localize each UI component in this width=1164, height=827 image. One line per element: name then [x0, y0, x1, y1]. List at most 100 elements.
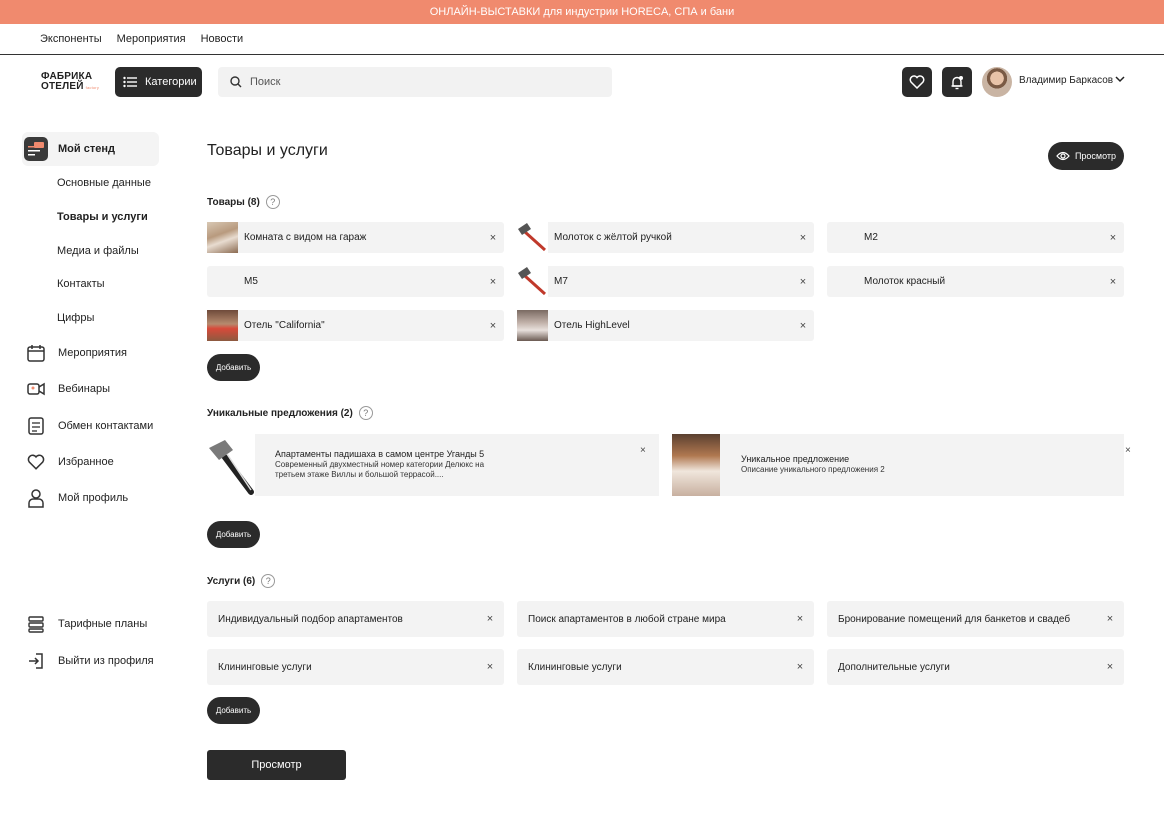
nav-events[interactable]: Мероприятия — [117, 33, 186, 45]
goods-label: Отель HighLevel — [554, 320, 630, 331]
sidebar-item-events[interactable]: Мероприятия — [22, 336, 159, 370]
goods-thumbnail — [517, 266, 548, 297]
sidebar-item-tariffs[interactable]: Тарифные планы — [22, 607, 159, 641]
sidebar-label-my-stand: Мой стенд — [58, 143, 115, 155]
preview-button[interactable]: Просмотр — [207, 750, 346, 780]
goods-chip[interactable]: Молоток красный × — [827, 266, 1124, 297]
goods-label: М2 — [864, 232, 878, 243]
goods-chip[interactable]: М7 × — [517, 266, 814, 297]
service-chip[interactable]: Клининговые услуги × — [207, 649, 504, 685]
notifications-button[interactable] — [942, 67, 972, 97]
offers-section-title: Уникальные предложения (2) ? — [207, 406, 373, 420]
goods-thumbnail — [517, 310, 548, 341]
offer-card[interactable]: Уникальное предложение Описание уникальн… — [672, 434, 1131, 496]
sidebar-sub-figures[interactable]: Цифры — [57, 312, 94, 324]
preview-pill-label: Просмотр — [1074, 151, 1117, 161]
page-title: Товары и услуги — [207, 142, 328, 159]
goods-label: Молоток с жёлтой ручкой — [554, 232, 672, 243]
top-nav: Экспоненты Мероприятия Новости — [0, 24, 1164, 55]
help-icon[interactable]: ? — [358, 406, 373, 420]
categories-button[interactable]: Категории — [115, 67, 202, 97]
sidebar-label-logout: Выйти из профиля — [58, 655, 154, 667]
service-chip[interactable]: Индивидуальный подбор апартаментов × — [207, 601, 504, 637]
categories-label: Категории — [145, 76, 197, 88]
chevron-down-icon[interactable] — [1114, 73, 1126, 85]
list-icon — [123, 76, 137, 88]
remove-service-button[interactable]: × — [476, 613, 504, 625]
sidebar-item-webinars[interactable]: Вебинары — [22, 372, 159, 406]
sidebar-item-logout[interactable]: Выйти из профиля — [22, 644, 159, 678]
sidebar-item-contact-exchange[interactable]: Обмен контактами — [22, 409, 159, 443]
user-icon — [24, 486, 48, 510]
sidebar-item-my-stand[interactable]: Мой стенд — [22, 132, 159, 166]
logo-sub: factory — [85, 85, 100, 90]
add-service-button[interactable]: Добавить — [207, 697, 260, 724]
service-chip[interactable]: Клининговые услуги × — [517, 649, 814, 685]
remove-service-button[interactable]: × — [1096, 661, 1124, 673]
video-camera-icon — [24, 377, 48, 401]
sidebar-label-favorites: Избранное — [58, 456, 114, 468]
offer-card[interactable]: Апартаменты падишаха в самом центре Уган… — [207, 434, 659, 496]
offer-title: Апартаменты падишаха в самом центре Уган… — [275, 449, 485, 459]
goods-thumbnail — [517, 222, 548, 253]
goods-chip[interactable]: М5 × — [207, 266, 504, 297]
sidebar-sub-goods-services[interactable]: Товары и услуги — [57, 211, 148, 223]
remove-offer-button[interactable]: × — [640, 445, 646, 456]
services-section-title: Услуги (6) ? — [207, 574, 276, 588]
offers-title: Уникальные предложения (2) — [207, 407, 353, 419]
service-chip[interactable]: Поиск апартаментов в любой стране мира × — [517, 601, 814, 637]
nav-exhibitors[interactable]: Экспоненты — [40, 33, 102, 45]
remove-service-button[interactable]: × — [476, 661, 504, 673]
promo-banner[interactable]: ОНЛАЙН-ВЫСТАВКИ для индустрии HORECA, СП… — [0, 0, 1164, 24]
sidebar-item-favorites[interactable]: Избранное — [22, 445, 159, 479]
goods-chip[interactable]: Комната с видом на гараж × — [207, 222, 504, 253]
goods-label: Молоток красный — [864, 276, 946, 287]
remove-goods-button[interactable]: × — [792, 320, 814, 332]
remove-goods-button[interactable]: × — [1102, 232, 1124, 244]
add-goods-button[interactable]: Добавить — [207, 354, 260, 381]
help-icon[interactable]: ? — [265, 195, 280, 209]
service-chip[interactable]: Бронирование помещений для банкетов и св… — [827, 601, 1124, 637]
goods-chip[interactable]: Молоток с жёлтой ручкой × — [517, 222, 814, 253]
header: ФАБРИКА ОТЕЛЕЙ factory Категории Поиск Вл… — [0, 55, 1164, 109]
remove-offer-button[interactable]: × — [1125, 445, 1131, 456]
sidebar-label-events: Мероприятия — [58, 347, 127, 359]
sidebar-sub-basic-data[interactable]: Основные данные — [57, 177, 151, 189]
logout-icon — [24, 649, 48, 673]
remove-goods-button[interactable]: × — [1102, 276, 1124, 288]
offer-title: Уникальное предложение — [741, 454, 850, 464]
add-offer-button[interactable]: Добавить — [207, 521, 260, 548]
remove-goods-button[interactable]: × — [482, 320, 504, 332]
remove-service-button[interactable]: × — [786, 613, 814, 625]
remove-goods-button[interactable]: × — [482, 232, 504, 244]
calendar-icon — [24, 341, 48, 365]
goods-chip[interactable]: М2 × — [827, 222, 1124, 253]
goods-label: М5 — [244, 276, 258, 287]
user-name[interactable]: Владимир Баркасов — [1019, 75, 1113, 86]
sidebar-item-profile[interactable]: Мой профиль — [22, 481, 159, 515]
search-icon — [230, 76, 242, 88]
avatar[interactable] — [982, 67, 1012, 97]
stand-icon — [24, 137, 48, 161]
goods-chip[interactable]: Отель "California" × — [207, 310, 504, 341]
eye-icon — [1056, 151, 1070, 161]
sidebar-sub-contacts[interactable]: Контакты — [57, 278, 105, 290]
nav-news[interactable]: Новости — [201, 33, 244, 45]
remove-goods-button[interactable]: × — [792, 232, 814, 244]
service-chip[interactable]: Дополнительные услуги × — [827, 649, 1124, 685]
remove-goods-button[interactable]: × — [792, 276, 814, 288]
service-label: Индивидуальный подбор апартаментов — [218, 613, 403, 625]
sidebar-sub-media-files[interactable]: Медиа и файлы — [57, 245, 139, 257]
favorites-button[interactable] — [902, 67, 932, 97]
sidebar-label-contact-exchange: Обмен контактами — [58, 420, 154, 432]
remove-service-button[interactable]: × — [786, 661, 814, 673]
remove-service-button[interactable]: × — [1096, 613, 1124, 625]
preview-pill-button[interactable]: Просмотр — [1048, 142, 1124, 170]
logo[interactable]: ФАБРИКА ОТЕЛЕЙ factory — [41, 72, 99, 93]
remove-goods-button[interactable]: × — [482, 276, 504, 288]
help-icon[interactable]: ? — [261, 574, 276, 588]
search-input[interactable]: Поиск — [218, 67, 612, 97]
goods-chip[interactable]: Отель HighLevel × — [517, 310, 814, 341]
offer-thumbnail — [672, 434, 720, 496]
logo-line2: ОТЕЛЕЙ — [41, 81, 84, 92]
